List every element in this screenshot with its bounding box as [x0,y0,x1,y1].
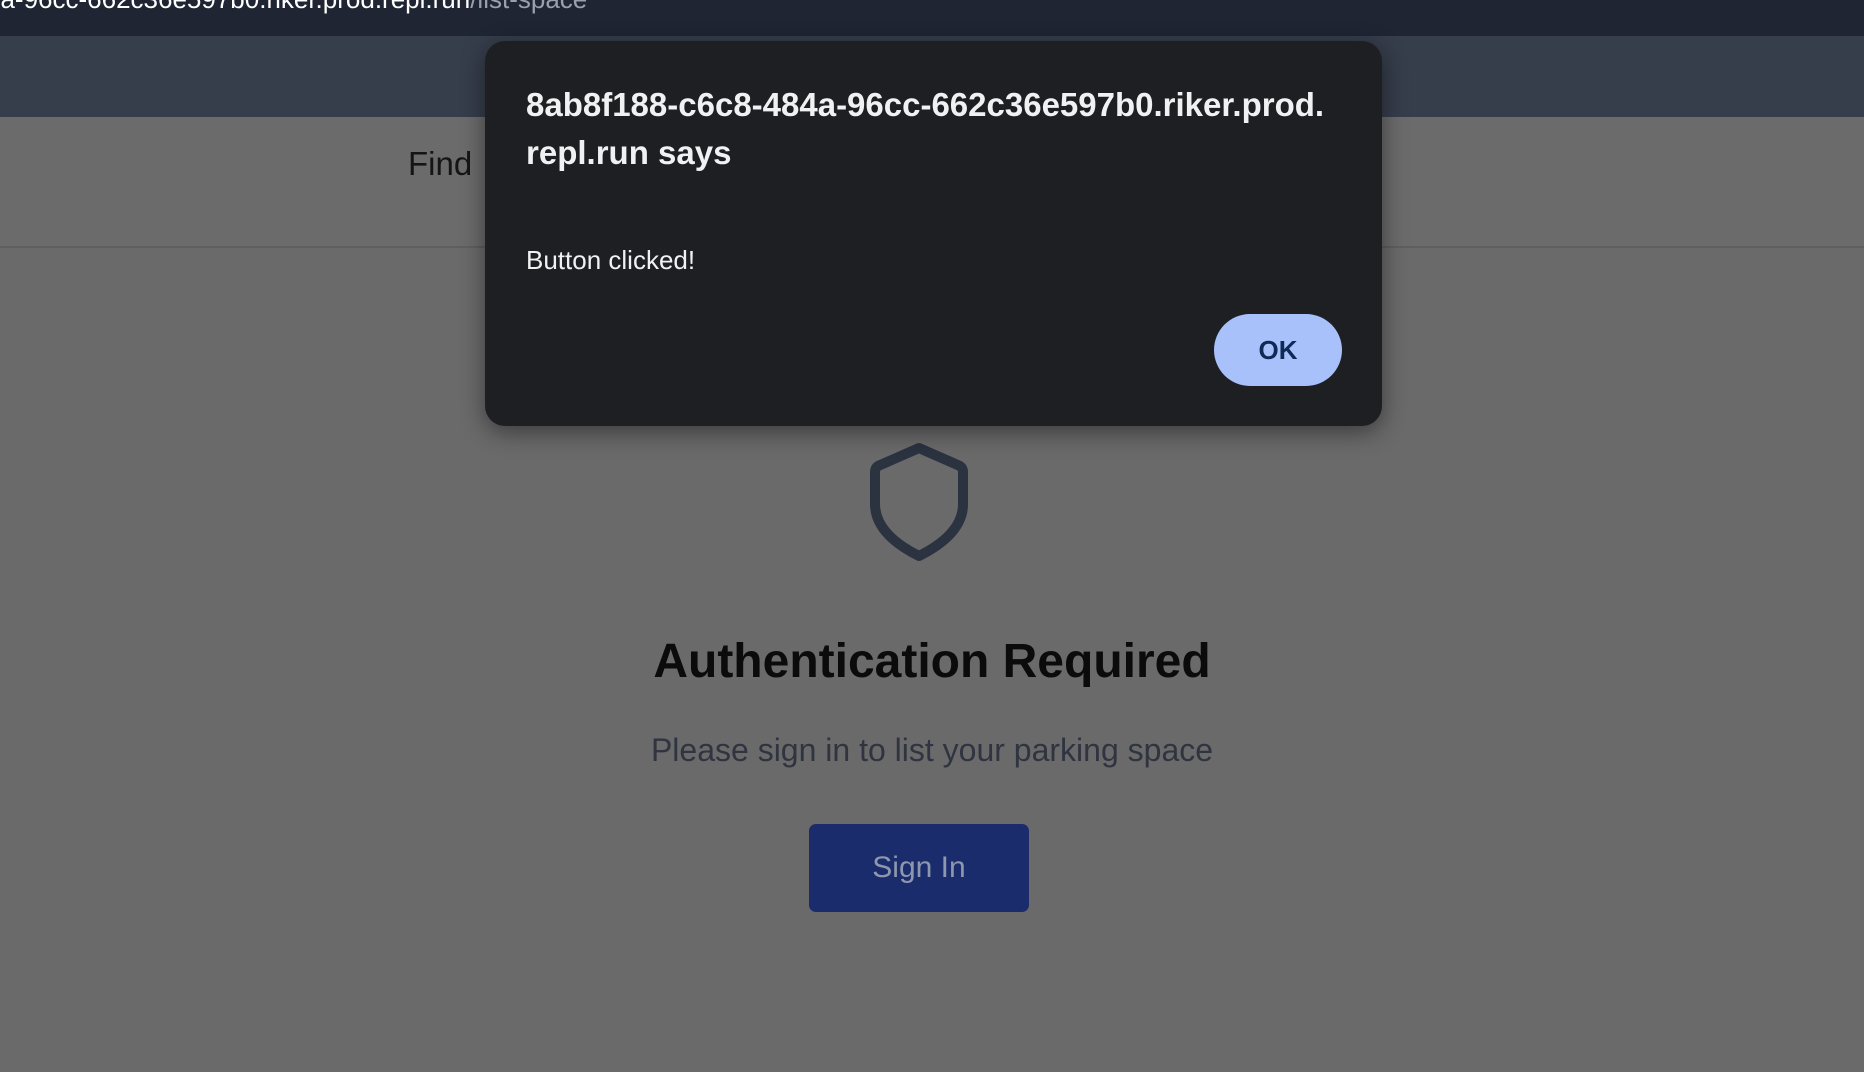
address-url: 4a-96cc-662c36e597b0.riker.prod.repl.run… [0,0,587,12]
alert-dialog: 8ab8f188-c6c8-484a-96cc-662c36e597b0.rik… [485,41,1382,426]
dialog-title: 8ab8f188-c6c8-484a-96cc-662c36e597b0.rik… [526,86,1325,171]
address-url-path: /list-space [470,0,587,14]
shield-icon [870,443,968,561]
browser-address-bar[interactable]: 4a-96cc-662c36e597b0.riker.prod.repl.run… [0,0,1864,36]
auth-title: Authentication Required [653,635,1211,688]
address-url-host: 4a-96cc-662c36e597b0.riker.prod.repl.run [0,0,470,14]
dialog-message: Button clicked! [526,245,696,275]
auth-subtitle: Please sign in to list your parking spac… [650,732,1214,768]
sign-in-button[interactable]: Sign In [809,824,1029,912]
ok-button[interactable]: OK [1214,314,1342,386]
nav-link-find[interactable]: Find [408,145,472,183]
